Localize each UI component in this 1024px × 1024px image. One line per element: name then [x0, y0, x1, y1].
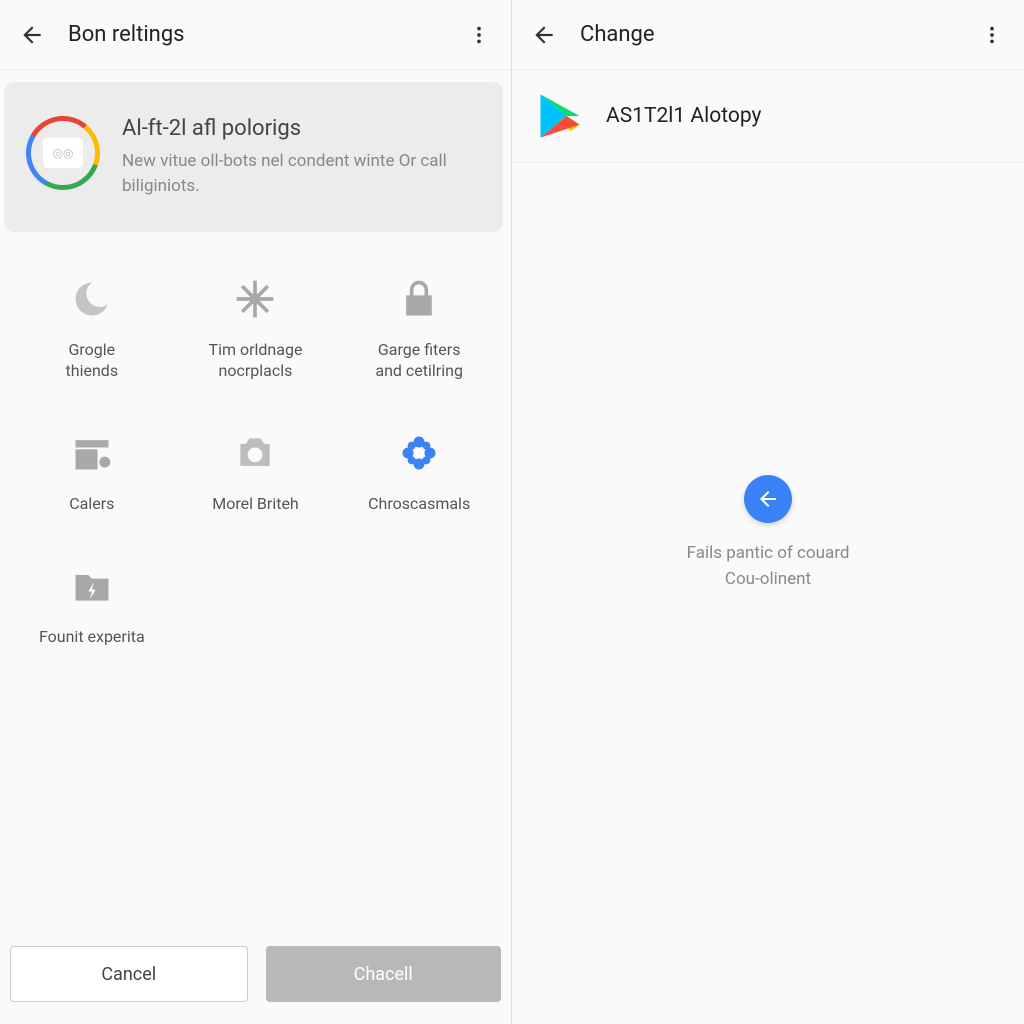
back-arrow-icon	[531, 22, 557, 48]
moon-icon	[65, 272, 119, 326]
tile-garge-filters[interactable]: Garge fiters and cetilring	[337, 272, 501, 382]
footer-buttons: Cancel Chacell	[0, 932, 511, 1024]
more-vert-icon	[468, 24, 490, 46]
appbar-right: Change	[512, 0, 1024, 70]
calendar-icon	[65, 426, 119, 480]
page-title: Change	[580, 22, 968, 47]
tile-founit-experita[interactable]: Founit experita	[10, 559, 174, 648]
tile-label: Morel Briteh	[212, 494, 299, 515]
overflow-menu-button[interactable]	[455, 11, 503, 59]
settings-grid: Grogle thiends Tim orldnage nocrplacls G…	[0, 244, 511, 647]
tile-label: Chroscasmals	[368, 494, 470, 515]
folder-bolt-icon	[65, 559, 119, 613]
empty-state: Fails pantic of couard Cou-olinent	[512, 163, 1024, 1024]
tile-google-thiends[interactable]: Grogle thiends	[10, 272, 174, 382]
hero-thumbnail-icon: ◎◎	[43, 138, 83, 168]
empty-line2: Cou-olinent	[687, 567, 850, 593]
tile-calers[interactable]: Calers	[10, 426, 174, 515]
play-store-icon	[534, 90, 586, 142]
empty-line1: Fails pantic of couard	[687, 541, 850, 567]
page-title: Bon reltings	[68, 22, 455, 47]
tile-chroscasmals[interactable]: Chroscasmals	[337, 426, 501, 515]
hero-subtitle: New vitue oll-bots nel condent winte Or …	[122, 149, 481, 198]
lock-icon	[392, 272, 446, 326]
camera-icon	[228, 426, 282, 480]
refresh-circle-icon[interactable]	[744, 475, 792, 523]
app-name: AS1T2l1 Alotopy	[606, 104, 761, 128]
settings-screen: Bon reltings ◎◎ Al-ft-2l afl polorigs Ne…	[0, 0, 512, 1024]
back-button[interactable]	[8, 11, 56, 59]
tile-time-orldnage[interactable]: Tim orldnage nocrplacls	[174, 272, 338, 382]
flower-icon	[392, 426, 446, 480]
cancel-button[interactable]: Cancel	[10, 946, 248, 1002]
appbar-left: Bon reltings	[0, 0, 511, 70]
arrow-left-icon	[756, 487, 780, 511]
tile-label: Grogle thiends	[66, 340, 119, 382]
hero-title: Al-ft-2l afl polorigs	[122, 116, 481, 141]
tile-morel-briteh[interactable]: Morel Briteh	[174, 426, 338, 515]
more-vert-icon	[981, 24, 1003, 46]
hero-text: Al-ft-2l afl polorigs New vitue oll-bots…	[122, 116, 481, 198]
app-row[interactable]: AS1T2l1 Alotopy	[512, 70, 1024, 163]
hero-ring-icon: ◎◎	[26, 116, 100, 190]
overflow-menu-button[interactable]	[968, 11, 1016, 59]
tile-label: Garge fiters and cetilring	[375, 340, 463, 382]
hero-card[interactable]: ◎◎ Al-ft-2l afl polorigs New vitue oll-b…	[4, 82, 503, 232]
tile-label: Tim orldnage nocrplacls	[209, 340, 303, 382]
empty-state-text: Fails pantic of couard Cou-olinent	[687, 541, 850, 592]
snowflake-icon	[228, 272, 282, 326]
back-arrow-icon	[19, 22, 45, 48]
change-screen: Change AS1T2l1 Alotopy Fails pantic	[512, 0, 1024, 1024]
tile-label: Founit experita	[39, 627, 145, 648]
tile-label: Calers	[69, 494, 114, 515]
confirm-button[interactable]: Chacell	[266, 946, 502, 1002]
back-button[interactable]	[520, 11, 568, 59]
